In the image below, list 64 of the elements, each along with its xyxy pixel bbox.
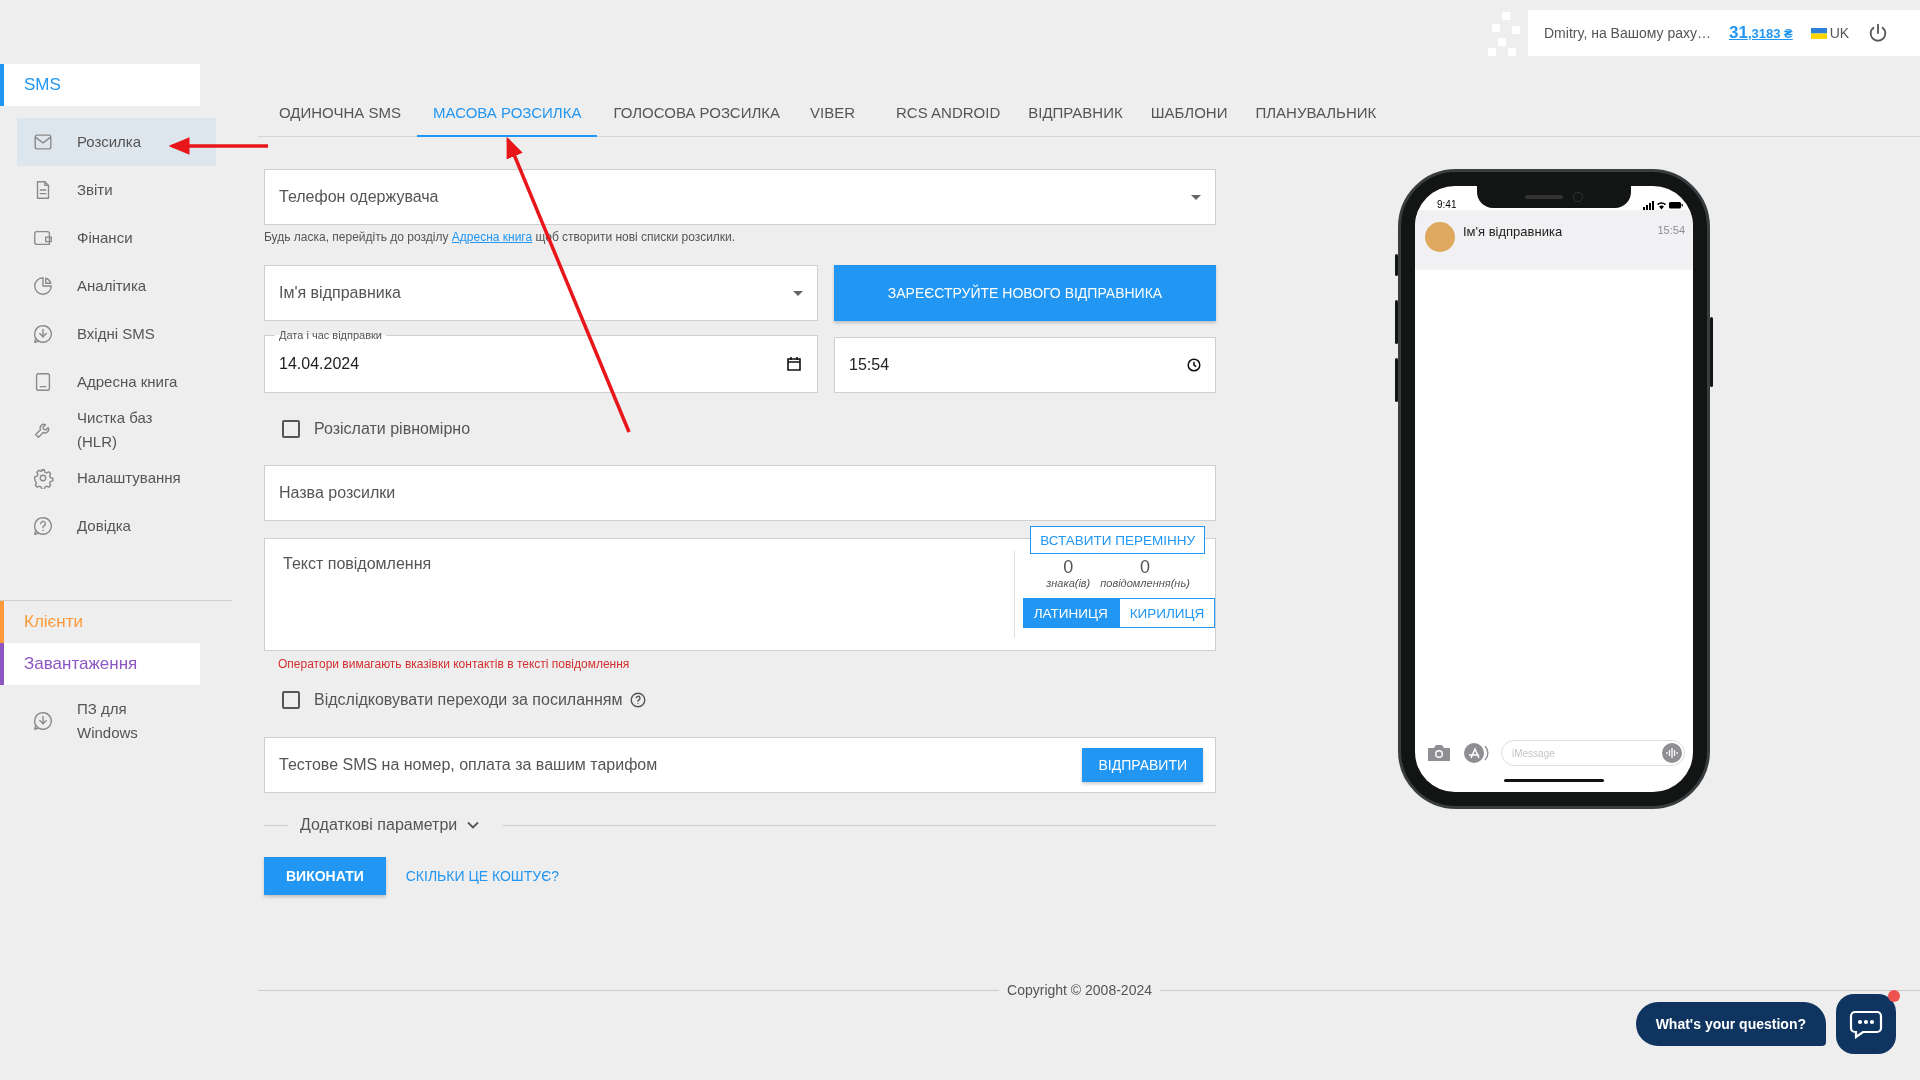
sidebar-item-icon — [32, 275, 54, 297]
tab[interactable]: VIBER — [796, 104, 883, 137]
sidebar-section-header[interactable]: Завантаження — [0, 643, 200, 685]
app-store-icon — [1463, 742, 1489, 764]
sidebar-item-icon — [32, 131, 54, 153]
tab[interactable]: ПЛАНУВАЛЬНИК — [1241, 104, 1391, 137]
sidebar-item[interactable]: Звіти — [17, 166, 216, 214]
sidebar-item-icon — [32, 467, 54, 489]
sidebar-item[interactable]: Розсилка — [17, 118, 216, 166]
language-selector[interactable]: UK — [1829, 25, 1850, 41]
audio-wave-icon — [1662, 743, 1682, 763]
camera-icon — [1427, 744, 1451, 762]
sidebar-item[interactable]: Довідка — [17, 502, 216, 550]
chevron-icon — [467, 821, 480, 829]
tab[interactable]: ВІДПРАВНИК — [1014, 104, 1137, 137]
even-send-checkbox[interactable]: Розіслати рівномірно — [264, 393, 471, 465]
sender-select[interactable]: Ім'я відправника — [264, 265, 818, 321]
account-greeting: Dmitry, на Вашому раху… — [1544, 25, 1711, 41]
sidebar-item[interactable]: Адресна книга — [17, 358, 216, 406]
campaign-name-field[interactable]: Назва розсилки — [264, 465, 1216, 521]
sidebar-item-label: Вхідні SMS — [77, 324, 156, 344]
status-icons-drawing — [1643, 200, 1683, 210]
message-time: 15:54 — [1657, 224, 1685, 236]
sidebar-item-icon — [32, 710, 54, 732]
chat-prompt[interactable]: What's your question? — [1635, 1002, 1826, 1046]
copyright-text: Copyright © 2008-2024 — [1007, 982, 1152, 998]
sidebar-item-label: Чистка баз (HLR) — [77, 408, 154, 452]
status-time: 9:41 — [1437, 199, 1457, 210]
test-sms-field[interactable]: Тестове SMS на номер, оплата за вашим тарифом ВІДПРАВИТИ — [264, 737, 1216, 793]
chat-bubble-icon — [1849, 1009, 1883, 1039]
sidebar-item-icon — [32, 323, 54, 345]
sidebar-item-label: Аналітика — [77, 276, 148, 296]
sidebar-item-label: Звіти — [77, 180, 114, 200]
sidebar-item-label: Розсилка — [77, 132, 143, 152]
sidebar-item-label: Довідка — [77, 516, 132, 536]
help-icon[interactable] — [630, 692, 647, 708]
sender-name: Ім'я відправника — [1463, 224, 1564, 239]
sidebar-item-label: Адресна книга — [77, 372, 179, 392]
sidebar-item[interactable]: Фінанси — [17, 214, 216, 262]
flag-icon — [1810, 27, 1827, 39]
sidebar-item[interactable]: Вхідні SMS — [17, 310, 216, 358]
time-field[interactable]: 15:54 — [834, 337, 1216, 393]
tab[interactable]: RCS ANDROID — [882, 104, 1015, 137]
sidebar-item-label: Фінанси — [77, 228, 134, 248]
clock-icon — [1187, 358, 1201, 372]
sidebar-item-label: Налаштування — [77, 468, 182, 488]
calendar-icon — [787, 356, 801, 371]
sidebar-item-icon — [32, 515, 54, 537]
additional-params-toggle[interactable]: Додаткові параметри — [300, 816, 480, 834]
tab[interactable]: ОДИНОЧНА SMS — [263, 104, 417, 137]
sidebar-item-label: ПЗ для Windows — [77, 699, 139, 743]
warning-text: Оператори вимагають вказівки контактів в тексті повідомлення — [278, 657, 631, 671]
recipient-select[interactable]: Телефон одержувача — [264, 169, 1216, 225]
tab[interactable]: ШАБЛОНИ — [1136, 104, 1242, 137]
date-field[interactable]: Дата і час відправки 14.04.2024 — [264, 329, 818, 393]
sidebar-item[interactable]: Чистка баз (HLR) — [17, 406, 216, 454]
caret-icon — [793, 290, 803, 296]
sidebar-item[interactable]: ПЗ для Windows — [17, 697, 216, 745]
avatar — [1425, 222, 1455, 252]
track-links-checkbox[interactable]: Відслідковувати переходи за посиланням — [264, 671, 623, 729]
sidebar-item[interactable]: Аналітика — [17, 262, 216, 310]
sidebar-item[interactable]: Налаштування — [17, 454, 216, 502]
tab[interactable]: ГОЛОСОВА РОЗСИЛКА — [597, 104, 796, 137]
caret-icon — [1191, 194, 1201, 200]
